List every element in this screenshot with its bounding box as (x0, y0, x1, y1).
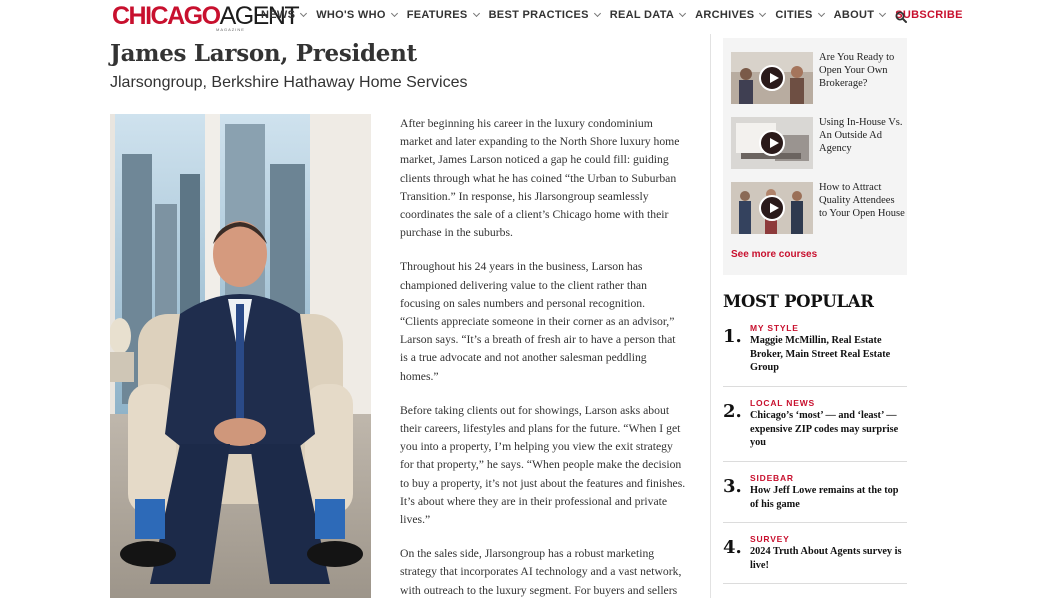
category-label[interactable]: SIDEBAR (750, 473, 794, 483)
rank-number: 3. (723, 476, 742, 497)
headline-link[interactable]: Chicago’s ‘most’ — and ‘least’ — expensi… (750, 409, 907, 450)
nav-item-about[interactable]: ABOUT (833, 9, 887, 21)
top-navigation-bar: CHICAGO AGENT MAGAZINE NEWS WHO'S WHO FEA… (0, 0, 1060, 34)
rank-number: 4. (723, 537, 742, 558)
chevron-down-icon (679, 9, 687, 18)
category-label[interactable]: MY STYLE (750, 323, 799, 333)
nav-item-best-practices[interactable]: BEST PRACTICES (488, 9, 601, 21)
course-card[interactable]: How to Attract Quality Attendees to Your… (731, 182, 905, 236)
nav-item-label: NEWS (261, 9, 296, 21)
course-thumbnail (731, 182, 813, 234)
nav-item-label: CITIES (775, 9, 813, 21)
nav-item-label: FEATURES (406, 9, 468, 21)
chevron-down-icon (390, 9, 398, 18)
nav-item-real-data[interactable]: REAL DATA (609, 9, 687, 21)
course-title[interactable]: Using In-House Vs. An Outside Ad Agency (819, 117, 905, 155)
course-card[interactable]: Are You Ready to Open Your Own Brokerage… (731, 52, 901, 106)
course-title[interactable]: How to Attract Quality Attendees to Your… (819, 182, 905, 220)
headline-link[interactable]: 2024 Truth About Agents survey is live! (750, 545, 907, 572)
divider (723, 386, 907, 387)
play-icon[interactable] (759, 195, 785, 221)
courses-panel: Are You Ready to Open Your Own Brokerage… (723, 38, 907, 275)
play-icon[interactable] (759, 65, 785, 91)
rank-number: 2. (723, 401, 742, 422)
nav-item-cities[interactable]: CITIES (775, 9, 825, 21)
article-paragraph: After beginning his career in the luxury… (400, 117, 680, 240)
nav-item-label: BEST PRACTICES (488, 9, 589, 21)
portrait-photo (110, 114, 371, 598)
logo-subtext: MAGAZINE (216, 27, 245, 32)
nav-item-news[interactable]: NEWS (261, 9, 308, 21)
chevron-down-icon (817, 9, 825, 18)
nav-item-label: REAL DATA (609, 9, 675, 21)
most-popular-item[interactable]: 3. SIDEBAR How Jeff Lowe remains at the … (723, 473, 907, 515)
article-paragraph: Before taking clients out for showings, … (400, 403, 686, 527)
divider (723, 461, 907, 462)
category-label[interactable]: LOCAL NEWS (750, 398, 815, 408)
nav-item-features[interactable]: FEATURES (406, 9, 480, 21)
article-title: James Larson, President (110, 40, 417, 67)
article-paragraph: Throughout his 24 years in the business,… (400, 260, 676, 383)
most-popular-item[interactable]: 4. SURVEY 2024 Truth About Agents survey… (723, 534, 907, 576)
headline-link[interactable]: Maggie McMillin, Real Estate Broker, Mai… (750, 334, 907, 375)
category-label[interactable]: SURVEY (750, 534, 790, 544)
course-thumbnail (731, 52, 813, 104)
chevron-down-icon (593, 9, 601, 18)
nav-item-label: ABOUT (833, 9, 875, 21)
course-thumbnail (731, 117, 813, 169)
most-popular-heading: MOST POPULAR (723, 292, 874, 311)
chevron-down-icon (759, 9, 767, 18)
most-popular-item[interactable]: 2. LOCAL NEWS Chicago’s ‘most’ — and ‘le… (723, 398, 907, 454)
logo-text-chicago: CHICAGO (112, 2, 221, 30)
play-icon[interactable] (759, 130, 785, 156)
nav-item-label: WHO'S WHO (316, 9, 386, 21)
rank-number: 1. (723, 326, 742, 347)
course-title[interactable]: Are You Ready to Open Your Own Brokerage… (819, 52, 905, 90)
nav-item-label: ARCHIVES (695, 9, 755, 21)
chevron-down-icon (300, 9, 308, 18)
most-popular-item[interactable]: 1. MY STYLE Maggie McMillin, Real Estate… (723, 323, 907, 379)
nav-item-archives[interactable]: ARCHIVES (695, 9, 767, 21)
see-more-courses-link[interactable]: See more courses (731, 249, 817, 260)
nav-item-whos-who[interactable]: WHO'S WHO (316, 9, 398, 21)
divider (723, 522, 907, 523)
column-divider (710, 34, 711, 598)
article-body: After beginning his career in the luxury… (400, 115, 686, 598)
course-card[interactable]: Using In-House Vs. An Outside Ad Agency (731, 117, 903, 171)
search-icon[interactable] (895, 11, 907, 23)
article-subtitle: Jlarsongroup, Berkshire Hathaway Home Se… (110, 74, 468, 91)
chevron-down-icon (472, 9, 480, 18)
headline-link[interactable]: How Jeff Lowe remains at the top of his … (750, 484, 907, 511)
divider (723, 583, 907, 584)
main-nav: NEWS WHO'S WHO FEATURES BEST PRACTICES R… (261, 9, 973, 21)
article-paragraph: On the sales side, Jlarsongroup has a ro… (400, 547, 682, 597)
chevron-down-icon (879, 9, 887, 18)
